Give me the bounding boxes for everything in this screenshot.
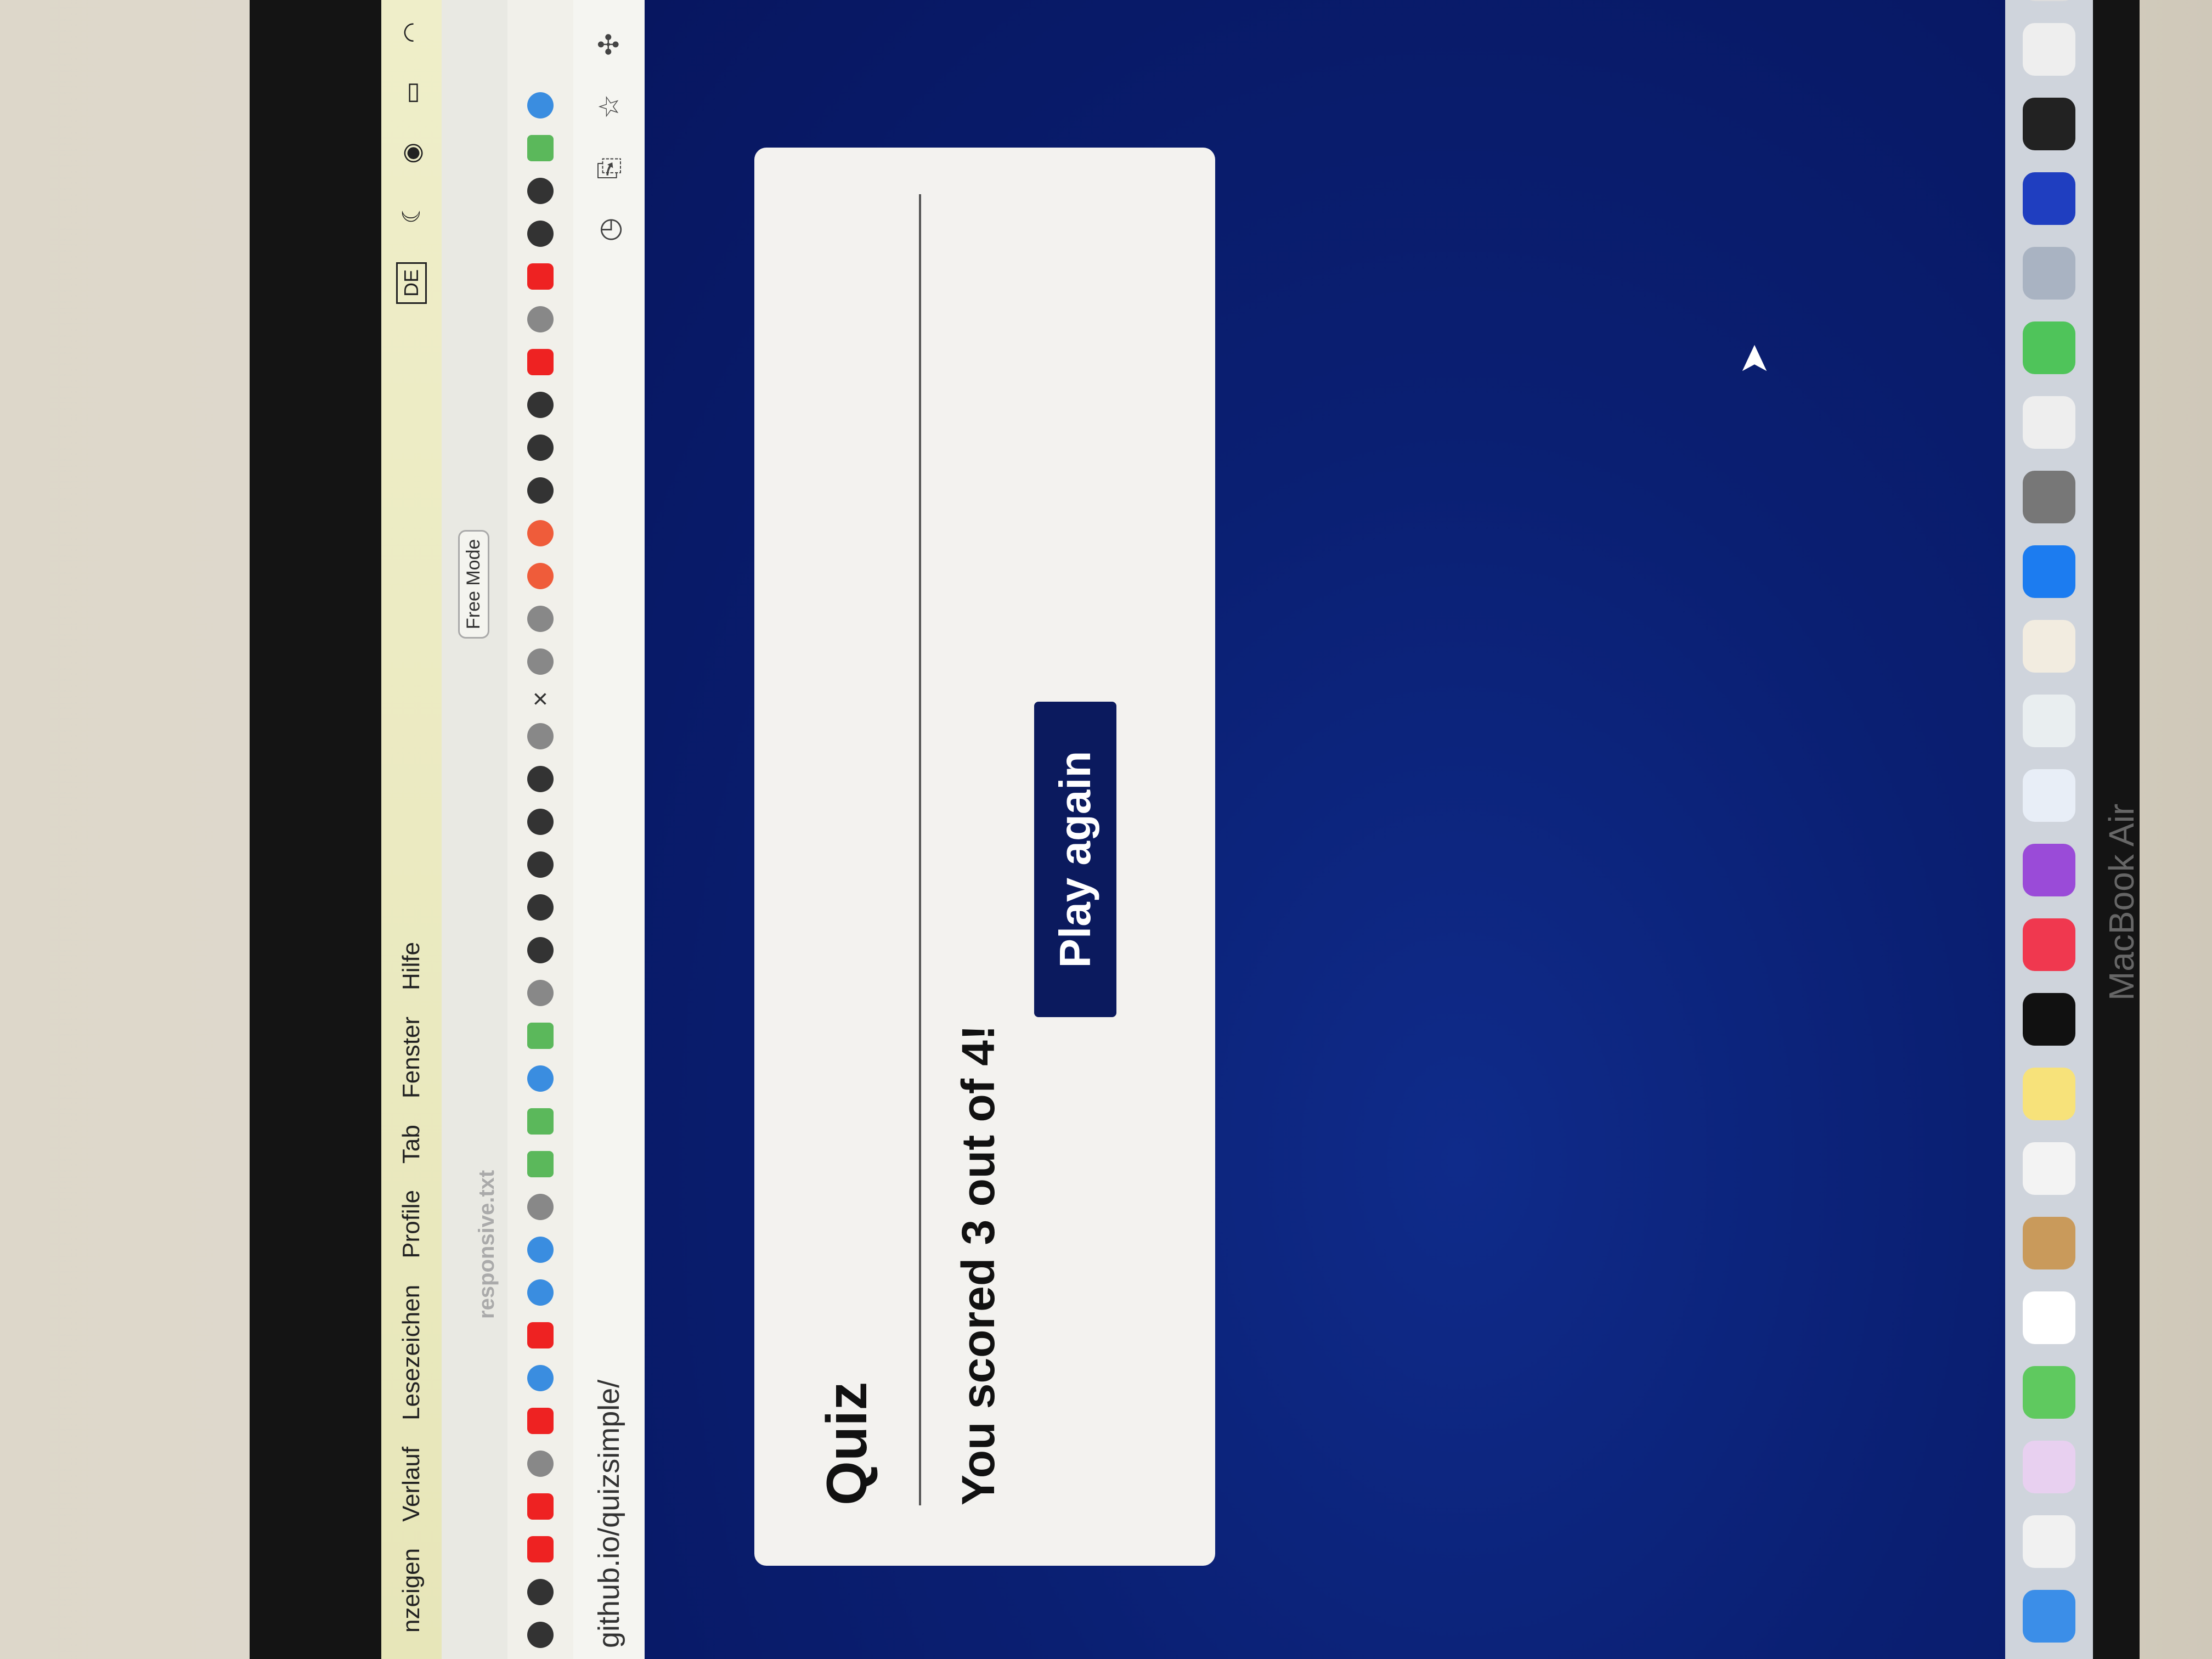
close-icon[interactable]: ×	[526, 691, 556, 707]
quiz-page: Quiz You scored 3 out of 4! Play again ➤	[645, 0, 2005, 1659]
mail-icon[interactable]	[2023, 1590, 2075, 1643]
bookmark-icon[interactable]	[527, 605, 554, 632]
finder-icon[interactable]	[2023, 23, 2075, 76]
whatsapp-icon[interactable]	[2023, 321, 2075, 374]
status-area: DE ☾ ◉ ▭ ◠	[381, 22, 442, 304]
share-icon[interactable]: ⎘	[593, 157, 625, 179]
menu-item-help[interactable]: Hilfe	[398, 942, 425, 990]
menu-bar: nzeigen Verlauf Lesezeichen Profile Tab …	[381, 0, 442, 1659]
screen-content: nzeigen Verlauf Lesezeichen Profile Tab …	[381, 0, 2140, 1659]
contacts-icon[interactable]	[2023, 1217, 2075, 1269]
menu-item-history[interactable]: Verlauf	[398, 1447, 425, 1522]
maps-icon[interactable]	[2023, 1515, 2075, 1568]
bookmark-icon[interactable]	[527, 1279, 554, 1306]
photos-icon[interactable]	[2023, 1441, 2075, 1493]
youtube-icon[interactable]	[527, 1493, 554, 1520]
settings-icon[interactable]	[527, 92, 554, 119]
quiz-card: Quiz You scored 3 out of 4! Play again	[754, 148, 1215, 1566]
wifi-icon[interactable]: ◠	[398, 22, 426, 43]
bookmark-icon[interactable]	[527, 520, 554, 546]
app-icon[interactable]	[2023, 0, 2075, 1]
moon-icon[interactable]: ☾	[398, 202, 426, 223]
github-icon[interactable]	[527, 477, 554, 504]
bookmark-icon[interactable]	[527, 937, 554, 963]
notes-icon[interactable]	[2023, 1068, 2075, 1120]
github-icon[interactable]	[527, 1622, 554, 1648]
photo-background: nzeigen Verlauf Lesezeichen Profile Tab …	[0, 0, 2212, 1659]
quiz-title: Quiz	[815, 1381, 879, 1505]
apple-tv-icon[interactable]	[2023, 993, 2075, 1046]
laptop-bezel: nzeigen Verlauf Lesezeichen Profile Tab …	[250, 0, 2140, 1659]
chatgpt-icon[interactable]	[527, 1023, 554, 1049]
star-icon[interactable]: ☆	[593, 94, 625, 119]
address-bar: github.io/quizsimple/ ◷ ⎘ ☆ ✣	[573, 0, 645, 1659]
battery-icon[interactable]: ▭	[398, 81, 426, 104]
calendar-icon[interactable]	[2023, 1291, 2075, 1344]
pixabay-icon[interactable]	[527, 1108, 554, 1135]
github-icon[interactable]	[527, 766, 554, 792]
app-icon[interactable]	[2023, 396, 2075, 449]
menu-item-bookmarks[interactable]: Lesezeichen	[398, 1285, 425, 1420]
facetime-icon[interactable]	[2023, 1366, 2075, 1419]
music-icon[interactable]	[2023, 918, 2075, 971]
url-field[interactable]: github.io/quizsimple/	[592, 1380, 626, 1648]
tab-responsive-txt[interactable]: responsive.txt	[475, 1170, 499, 1319]
youtube-icon[interactable]	[527, 1536, 554, 1562]
globe-icon[interactable]	[527, 1194, 554, 1220]
device-brand: MacBook Air	[2102, 803, 2140, 1001]
app-icon[interactable]	[2023, 98, 2075, 150]
github-icon[interactable]	[527, 434, 554, 461]
bookmark-icon[interactable]	[527, 348, 554, 375]
github-icon[interactable]	[527, 851, 554, 878]
youtube-icon[interactable]	[527, 1408, 554, 1434]
bookmark-icon[interactable]	[527, 220, 554, 247]
dock	[2005, 0, 2093, 1659]
menu-item-tab[interactable]: Tab	[398, 1125, 425, 1164]
globe-icon[interactable]	[527, 1451, 554, 1477]
extensions-icon[interactable]: ✣	[593, 33, 625, 56]
bookmark-icon[interactable]	[527, 306, 554, 332]
bookmark-icon[interactable]	[527, 1365, 554, 1391]
play-icon[interactable]: ◉	[398, 143, 426, 163]
menu-item-profiles[interactable]: Profile	[398, 1190, 425, 1259]
toolbar-icons: ◷ ⎘ ☆ ✣	[593, 33, 625, 241]
bookmark-icon[interactable]	[527, 562, 554, 589]
screen: nzeigen Verlauf Lesezeichen Profile Tab …	[381, 0, 2140, 1659]
bookmark-icon[interactable]	[527, 177, 554, 204]
youtube-icon[interactable]	[527, 263, 554, 290]
input-source-indicator[interactable]: DE	[396, 262, 427, 304]
github-icon[interactable]	[527, 391, 554, 418]
tab-strip: responsive.txt Free Mode	[442, 0, 507, 1659]
github-icon[interactable]	[527, 894, 554, 921]
score-text: You scored 3 out of 4!	[952, 1025, 1004, 1505]
podcasts-icon[interactable]	[2023, 844, 2075, 896]
pages-icon[interactable]	[2023, 620, 2075, 673]
system-settings-icon[interactable]	[2023, 471, 2075, 523]
globe-icon[interactable]	[527, 648, 554, 675]
menu-item-view[interactable]: nzeigen	[398, 1548, 425, 1633]
pixabay-icon[interactable]	[527, 134, 554, 161]
bookmark-icon[interactable]	[527, 1237, 554, 1263]
github-icon[interactable]	[527, 1579, 554, 1605]
globe-icon[interactable]	[527, 980, 554, 1006]
bookmark-icon[interactable]	[527, 809, 554, 835]
bookmark-icon[interactable]	[527, 1065, 554, 1092]
reminders-icon[interactable]	[2023, 1142, 2075, 1195]
app-icon[interactable]	[2023, 247, 2075, 300]
timer-icon[interactable]: ◷	[593, 218, 625, 242]
menu-item-window[interactable]: Fenster	[398, 1017, 425, 1098]
divider	[919, 194, 921, 1505]
play-again-button[interactable]: Play again	[1034, 702, 1116, 1017]
app-icon[interactable]	[2023, 172, 2075, 225]
keynote-icon[interactable]	[2023, 769, 2075, 822]
app-store-icon[interactable]	[2023, 545, 2075, 598]
numbers-icon[interactable]	[2023, 695, 2075, 747]
globe-icon[interactable]	[527, 723, 554, 749]
free-mode-badge[interactable]: Free Mode	[458, 529, 489, 639]
mouse-cursor-icon: ➤	[1732, 343, 1775, 375]
bookmarks-bar: ×	[507, 0, 573, 1659]
bookmark-icon[interactable]	[527, 1151, 554, 1177]
youtube-icon[interactable]	[527, 1322, 554, 1348]
